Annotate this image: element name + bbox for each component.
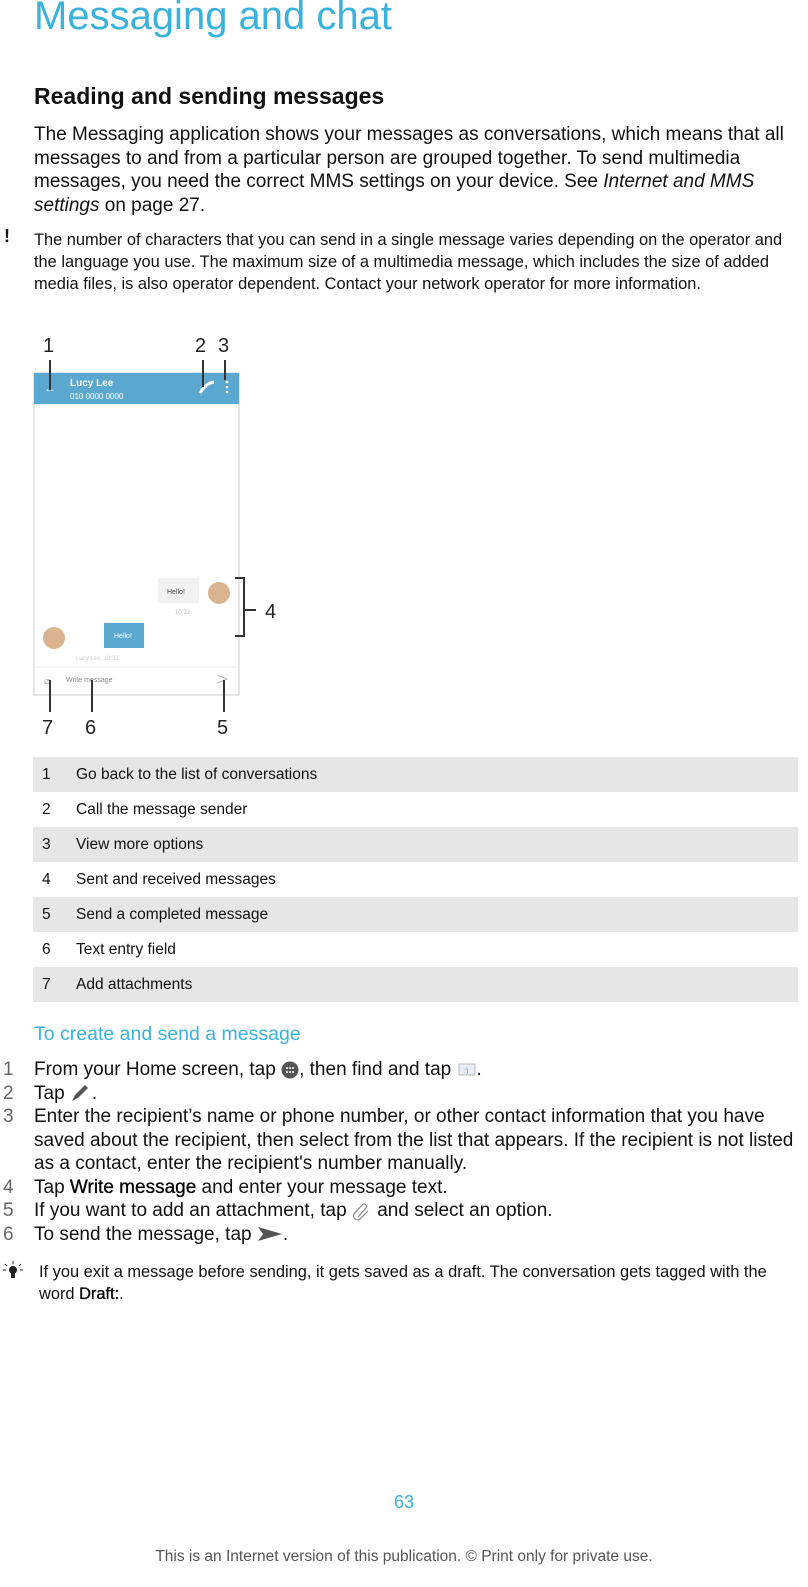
user-avatar	[208, 582, 230, 604]
pencil-icon	[71, 1085, 88, 1102]
svg-text:1: 1	[43, 335, 54, 357]
lightbulb-tip-icon	[3, 1261, 23, 1278]
more-options-icon	[225, 380, 229, 394]
svg-text:5: 5	[217, 717, 228, 739]
legend-table: 1 Go back to the list of conversations 2C…	[33, 757, 798, 1002]
legend-row: 7 Add attachments	[33, 967, 798, 1002]
svg-text::): :)	[464, 1068, 468, 1075]
legend-row: 3 View more options	[33, 827, 798, 862]
step: 5 If you want to add an attachment, tap a…	[3, 1200, 553, 1221]
step: 3 Enter the recipient’s name or phone num…	[3, 1106, 794, 1174]
footer-notice: This is an Internet version of this publ…	[155, 1548, 653, 1565]
svg-text:Hello!: Hello!	[114, 633, 132, 640]
step: 2 Tap .	[3, 1082, 98, 1104]
apps-icon	[281, 1061, 299, 1079]
sent-time: 10:32	[175, 610, 191, 616]
svg-text:6: 6	[85, 717, 96, 739]
paperclip-icon	[352, 1203, 369, 1221]
svg-text:3: 3	[218, 335, 229, 357]
svg-text:4: 4	[265, 601, 276, 623]
send-icon	[257, 1227, 282, 1242]
step: 1 From your Home screen, tap , then find …	[3, 1059, 482, 1080]
step: 4 Tap Write message and enter your messag…	[3, 1176, 448, 1198]
legend-row: 1 Go back to the list of conversations	[33, 757, 798, 792]
messaging-screenshot-figure: ← Lucy Lee 010 0000 0000 Hello! 10:32 He…	[33, 335, 276, 739]
step: 6 To send the message, tap .	[3, 1223, 289, 1245]
legend-row: 4 Sent and received messages	[42, 870, 276, 888]
contact-name: Lucy Lee	[70, 378, 114, 389]
legend-row: 6 Text entry field	[42, 940, 176, 958]
warning-icon: !	[4, 226, 10, 246]
legend-row: 5 Send a completed message	[33, 897, 798, 932]
write-message-label: Write message	[69, 1176, 197, 1198]
contact-avatar	[43, 627, 65, 649]
page-number: 63	[393, 1492, 415, 1512]
tip-text: If you exit a message before sending, it…	[39, 1263, 767, 1303]
intro-paragraph: The Messaging application shows your mes…	[34, 123, 804, 217]
svg-text:7: 7	[42, 717, 53, 739]
draft-label: Draft:	[79, 1285, 120, 1303]
svg-text:2: 2	[195, 335, 206, 357]
app-header	[34, 373, 239, 404]
legend-row: 2 Call the message sender	[42, 800, 248, 818]
procedure-steps: 1 From your Home screen, tap , then find …	[0, 1058, 800, 1246]
received-meta: Lucy Lee, 10:32	[76, 656, 119, 662]
contact-number: 010 0000 0000	[70, 392, 124, 401]
intro-text-end: on page 27.	[99, 194, 206, 216]
section-heading: Reading and sending messages	[34, 83, 385, 109]
svg-text:Hello!: Hello!	[167, 589, 185, 596]
messaging-app-icon: :)	[458, 1063, 475, 1076]
note-text: The number of characters that you can se…	[34, 231, 783, 293]
page-title: Messaging and chat	[34, 0, 393, 38]
message-input: Write message	[66, 677, 113, 684]
procedure-heading: To create and send a message	[34, 1023, 301, 1045]
